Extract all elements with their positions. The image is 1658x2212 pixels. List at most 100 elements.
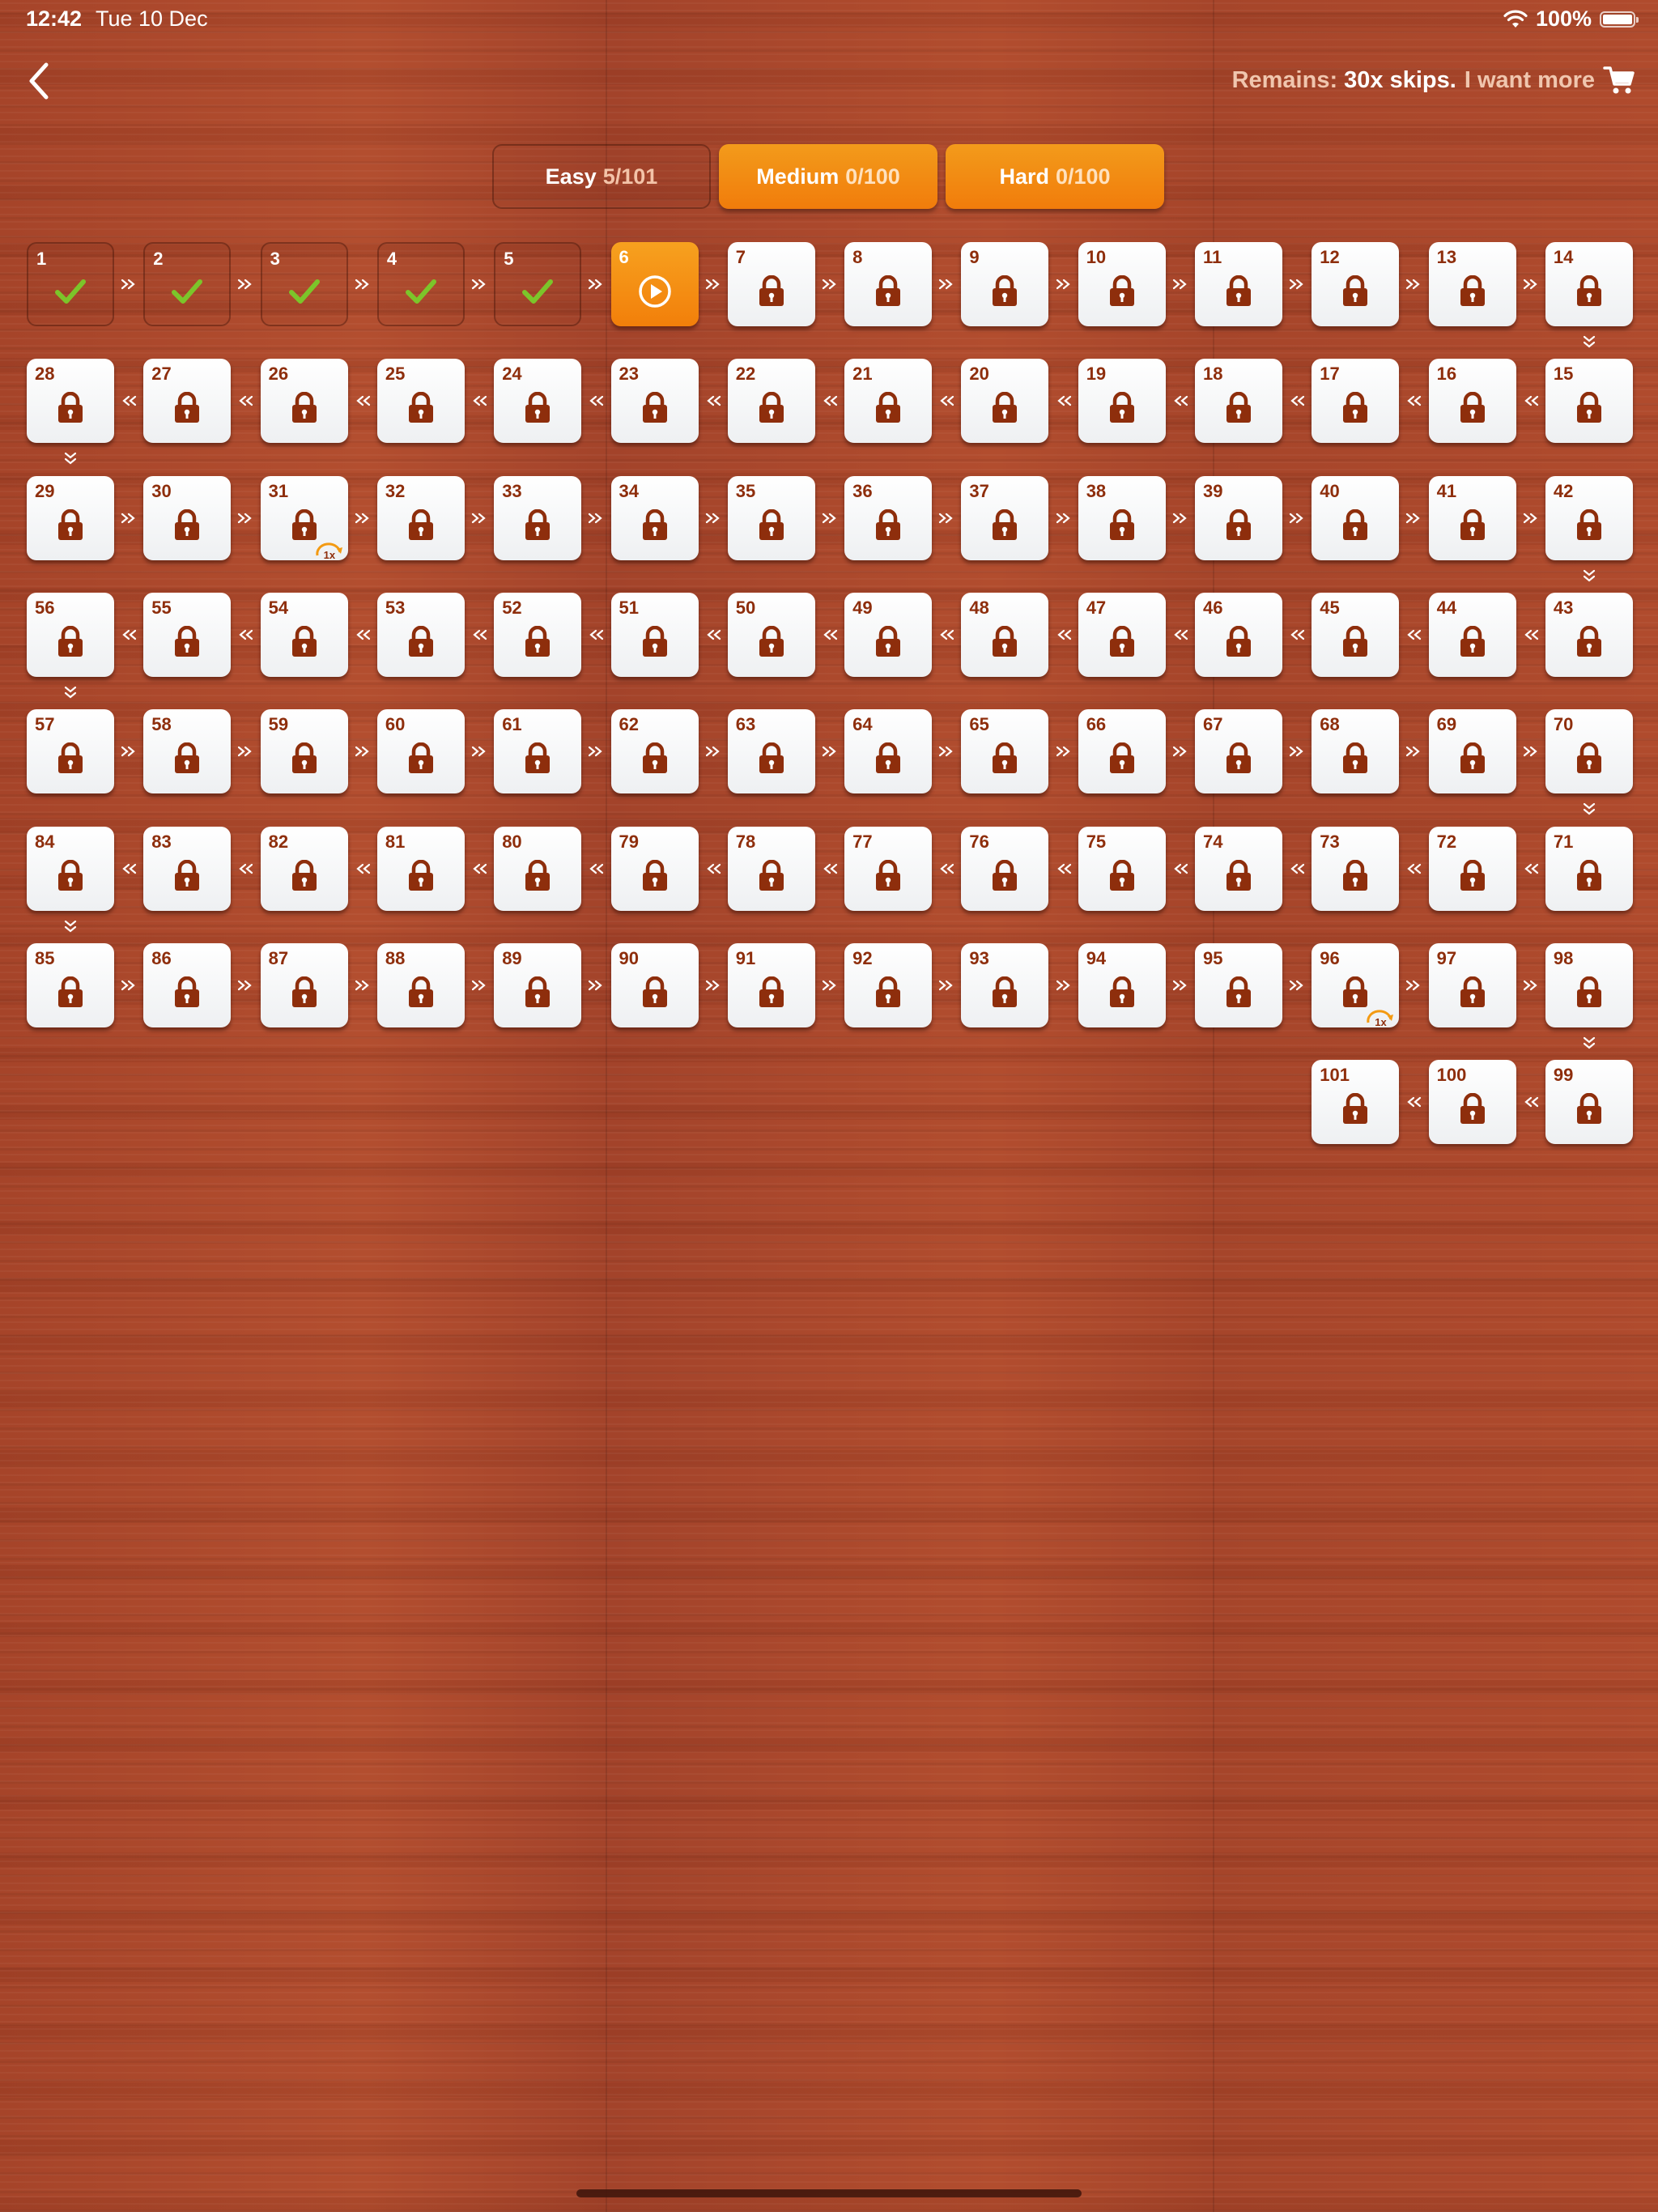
level-6-button[interactable]: 6: [610, 242, 699, 326]
level-31-button[interactable]: 31 1x: [260, 475, 348, 561]
level-41-button[interactable]: 41: [1428, 475, 1516, 560]
level-62-button[interactable]: 62: [610, 709, 699, 794]
level-72-button[interactable]: 72: [1428, 826, 1516, 911]
level-91-button[interactable]: 91: [727, 942, 815, 1027]
level-54-button[interactable]: 54: [260, 592, 348, 677]
level-37-button[interactable]: 37: [961, 475, 1049, 560]
level-43-button[interactable]: 43: [1545, 592, 1633, 677]
want-more-link[interactable]: I want more: [1465, 67, 1595, 94]
level-74-button[interactable]: 74: [1195, 826, 1282, 911]
level-39-button[interactable]: 39: [1195, 475, 1282, 560]
level-78-button[interactable]: 78: [727, 826, 815, 911]
level-2-button[interactable]: 2: [143, 242, 232, 326]
level-67-button[interactable]: 67: [1195, 709, 1282, 794]
level-45-button[interactable]: 45: [1312, 592, 1400, 677]
level-96-button[interactable]: 96 1x: [1312, 942, 1400, 1028]
level-79-button[interactable]: 79: [610, 826, 699, 911]
level-64-button[interactable]: 64: [844, 709, 933, 794]
level-101-button[interactable]: 101: [1312, 1060, 1400, 1145]
back-button[interactable]: [15, 57, 63, 105]
level-61-button[interactable]: 61: [494, 709, 582, 794]
level-42-button[interactable]: 42: [1545, 475, 1633, 560]
level-58-button[interactable]: 58: [143, 709, 232, 794]
level-69-button[interactable]: 69: [1428, 709, 1516, 794]
level-25-button[interactable]: 25: [376, 359, 465, 444]
level-52-button[interactable]: 52: [494, 592, 582, 677]
level-12-button[interactable]: 12: [1312, 242, 1400, 326]
tab-hard[interactable]: Hard 0/100: [946, 144, 1164, 209]
level-14-button[interactable]: 14: [1545, 242, 1633, 326]
level-63-button[interactable]: 63: [727, 709, 815, 794]
level-60-button[interactable]: 60: [376, 709, 465, 794]
level-88-button[interactable]: 88: [376, 942, 465, 1027]
level-51-button[interactable]: 51: [610, 592, 699, 677]
level-1-button[interactable]: 1: [27, 242, 114, 326]
level-13-button[interactable]: 13: [1428, 242, 1516, 326]
level-47-button[interactable]: 47: [1078, 592, 1166, 677]
level-19-button[interactable]: 19: [1078, 359, 1166, 444]
level-29-button[interactable]: 29: [27, 475, 114, 560]
level-82-button[interactable]: 82: [260, 826, 348, 911]
level-76-button[interactable]: 76: [961, 826, 1049, 911]
level-36-button[interactable]: 36: [844, 475, 933, 560]
level-99-button[interactable]: 99: [1545, 1060, 1633, 1145]
level-48-button[interactable]: 48: [961, 592, 1049, 677]
level-65-button[interactable]: 65: [961, 709, 1049, 794]
level-3-button[interactable]: 3: [260, 242, 348, 326]
level-97-button[interactable]: 97: [1428, 942, 1516, 1027]
level-18-button[interactable]: 18: [1195, 359, 1282, 444]
level-8-button[interactable]: 8: [844, 242, 933, 326]
level-11-button[interactable]: 11: [1195, 242, 1282, 326]
level-56-button[interactable]: 56: [27, 592, 114, 677]
level-68-button[interactable]: 68: [1312, 709, 1400, 794]
level-22-button[interactable]: 22: [727, 359, 815, 444]
level-98-button[interactable]: 98: [1545, 942, 1633, 1027]
level-89-button[interactable]: 89: [494, 942, 582, 1027]
tab-easy[interactable]: Easy 5/101: [492, 144, 711, 209]
level-80-button[interactable]: 80: [494, 826, 582, 911]
level-32-button[interactable]: 32: [376, 475, 465, 560]
level-57-button[interactable]: 57: [27, 709, 114, 794]
level-86-button[interactable]: 86: [143, 942, 232, 1027]
level-7-button[interactable]: 7: [727, 242, 815, 326]
level-21-button[interactable]: 21: [844, 359, 933, 444]
level-95-button[interactable]: 95: [1195, 942, 1282, 1027]
level-53-button[interactable]: 53: [376, 592, 465, 677]
level-9-button[interactable]: 9: [961, 242, 1049, 326]
level-46-button[interactable]: 46: [1195, 592, 1282, 677]
level-70-button[interactable]: 70: [1545, 709, 1633, 794]
level-10-button[interactable]: 10: [1078, 242, 1166, 326]
level-83-button[interactable]: 83: [143, 826, 232, 911]
level-17-button[interactable]: 17: [1312, 359, 1400, 444]
level-87-button[interactable]: 87: [260, 942, 348, 1027]
level-20-button[interactable]: 20: [961, 359, 1049, 444]
level-66-button[interactable]: 66: [1078, 709, 1166, 794]
level-28-button[interactable]: 28: [27, 359, 114, 444]
level-30-button[interactable]: 30: [143, 475, 232, 560]
level-59-button[interactable]: 59: [260, 709, 348, 794]
level-24-button[interactable]: 24: [494, 359, 582, 444]
level-33-button[interactable]: 33: [494, 475, 582, 560]
level-94-button[interactable]: 94: [1078, 942, 1166, 1027]
level-75-button[interactable]: 75: [1078, 826, 1166, 911]
level-27-button[interactable]: 27: [143, 359, 232, 444]
level-16-button[interactable]: 16: [1428, 359, 1516, 444]
level-5-button[interactable]: 5: [494, 242, 582, 326]
level-92-button[interactable]: 92: [844, 942, 933, 1027]
level-35-button[interactable]: 35: [727, 475, 815, 560]
level-93-button[interactable]: 93: [961, 942, 1049, 1027]
level-77-button[interactable]: 77: [844, 826, 933, 911]
level-73-button[interactable]: 73: [1312, 826, 1400, 911]
cart-button[interactable]: [1603, 65, 1635, 96]
level-34-button[interactable]: 34: [610, 475, 699, 560]
level-84-button[interactable]: 84: [27, 826, 114, 911]
level-50-button[interactable]: 50: [727, 592, 815, 677]
level-71-button[interactable]: 71: [1545, 826, 1633, 911]
level-40-button[interactable]: 40: [1312, 475, 1400, 560]
level-15-button[interactable]: 15: [1545, 359, 1633, 444]
level-44-button[interactable]: 44: [1428, 592, 1516, 677]
level-38-button[interactable]: 38: [1078, 475, 1166, 560]
level-55-button[interactable]: 55: [143, 592, 232, 677]
level-85-button[interactable]: 85: [27, 942, 114, 1027]
level-90-button[interactable]: 90: [610, 942, 699, 1027]
